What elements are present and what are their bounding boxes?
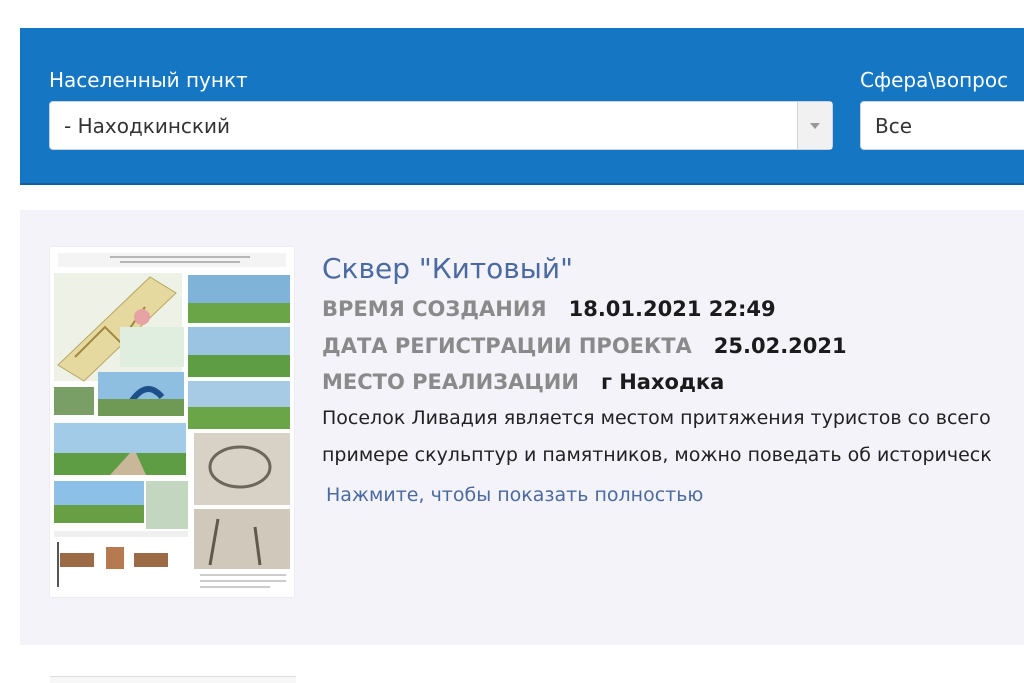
- show-more-link[interactable]: Нажмите, чтобы показать полностью: [326, 484, 703, 506]
- project-thumbnail[interactable]: [50, 247, 294, 597]
- locality-select-value: - Находкинский: [64, 114, 230, 138]
- project-card: Сквер "Китовый" ВРЕМЯ СОЗДАНИЯ 18.01.2021…: [20, 210, 1024, 645]
- place-value: г Находка: [600, 370, 725, 394]
- sphere-filter-label: Сфера\вопрос: [860, 68, 1009, 92]
- registered-row: ДАТА РЕГИСТРАЦИИ ПРОЕКТА 25.02.2021: [322, 334, 847, 358]
- place-label: МЕСТО РЕАЛИЗАЦИИ: [322, 370, 579, 394]
- locality-filter-label: Населенный пункт: [49, 68, 248, 92]
- registered-label: ДАТА РЕГИСТРАЦИИ ПРОЕКТА: [322, 334, 692, 358]
- project-poster-image: [50, 247, 294, 597]
- sphere-select[interactable]: Все: [860, 101, 1024, 150]
- locality-select[interactable]: - Находкинский: [49, 101, 833, 150]
- created-value: 18.01.2021 22:49: [568, 297, 776, 321]
- project-title-link[interactable]: Сквер "Китовый": [322, 252, 573, 285]
- registered-value: 25.02.2021: [713, 334, 847, 358]
- description-line-2: примере скульптур и памятников, можно по…: [322, 444, 992, 466]
- created-row: ВРЕМЯ СОЗДАНИЯ 18.01.2021 22:49: [322, 297, 776, 321]
- chevron-down-icon[interactable]: [797, 102, 832, 149]
- place-row: МЕСТО РЕАЛИЗАЦИИ г Находка: [322, 370, 724, 394]
- description-line-1: Поселок Ливадия является местом притяжен…: [322, 407, 991, 429]
- sphere-select-value: Все: [875, 114, 913, 138]
- created-label: ВРЕМЯ СОЗДАНИЯ: [322, 297, 547, 321]
- filter-bar: Населенный пункт - Находкинский Сфера\во…: [20, 28, 1024, 185]
